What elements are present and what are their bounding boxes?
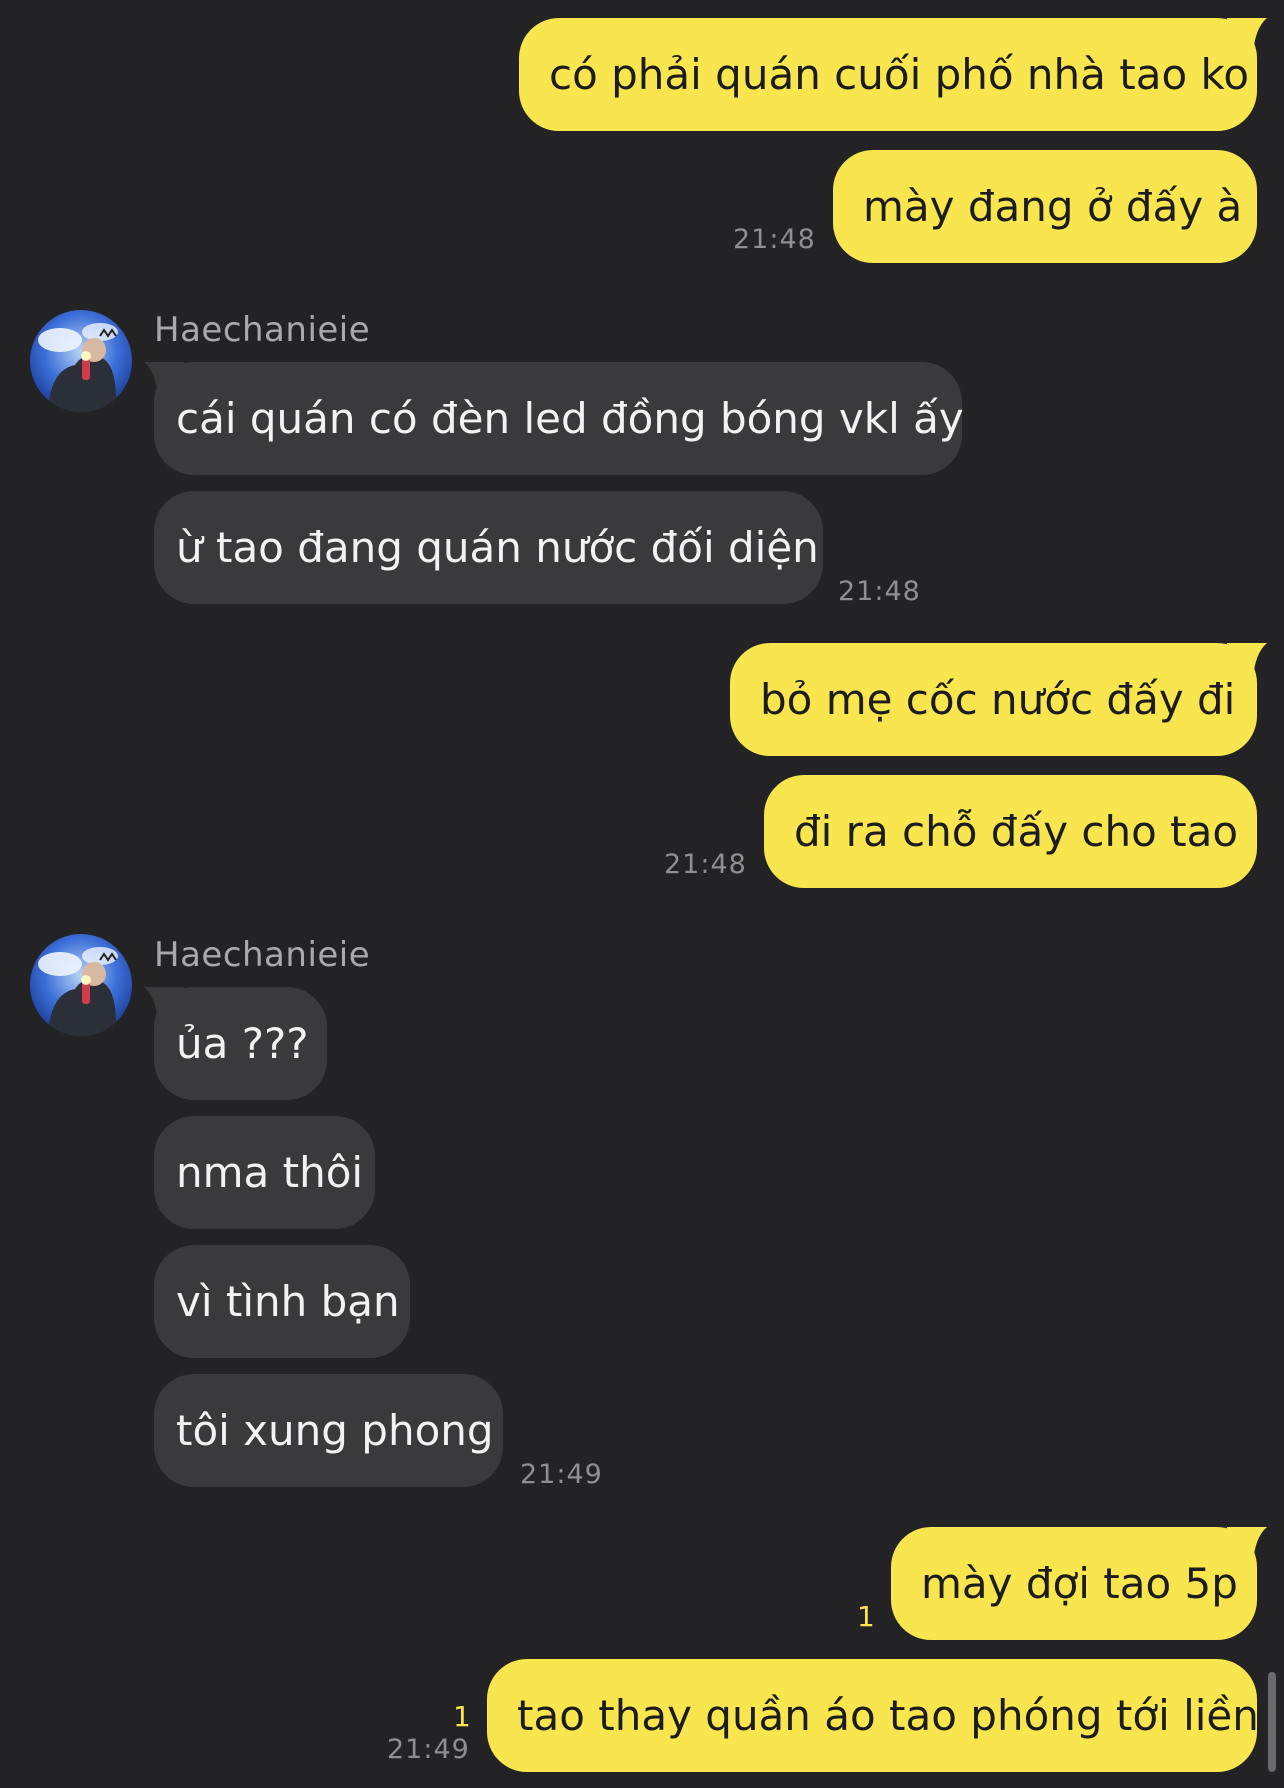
scrollbar-thumb[interactable] — [1268, 1672, 1276, 1772]
profile-photo-avatar-icon — [30, 934, 132, 1036]
message-text: vì tình bạn — [176, 1277, 400, 1326]
bubble-tail-right-icon — [1227, 643, 1267, 679]
profile-photo-avatar-icon — [30, 310, 132, 412]
contact-avatar[interactable] — [30, 934, 132, 1036]
bubble-tail-right-icon — [1227, 1527, 1267, 1563]
incoming-message-bubble[interactable]: ừ tao đang quán nước đối diện — [154, 491, 823, 604]
bubble-tail-right-icon — [1227, 18, 1267, 54]
sender-name: Haechanieie — [154, 310, 371, 350]
outgoing-message-bubble[interactable]: mày đang ở đấy à — [833, 150, 1257, 263]
message-timestamp: 21:48 — [664, 849, 747, 880]
message-timestamp: 21:49 — [520, 1459, 603, 1490]
outgoing-message-bubble[interactable]: có phải quán cuối phố nhà tao ko — [519, 18, 1267, 131]
incoming-message-bubble[interactable]: nma thôi — [154, 1116, 375, 1229]
message-text: nma thôi — [176, 1148, 364, 1197]
outgoing-message-bubble[interactable]: mày đợi tao 5p — [891, 1527, 1267, 1640]
message-text: ủa ??? — [176, 1019, 309, 1068]
incoming-message-bubble[interactable]: vì tình bạn — [154, 1245, 410, 1358]
message-text: mày đang ở đấy à — [863, 182, 1243, 231]
message-text: cái quán có đèn led đồng bóng vkl ấy — [176, 394, 964, 443]
message-text: tôi xung phong — [176, 1406, 494, 1455]
sender-name: Haechanieie — [154, 935, 371, 975]
bubble-tail-left-icon — [144, 987, 184, 1023]
message-timestamp: 21:48 — [838, 576, 921, 607]
message-timestamp: 21:48 — [733, 224, 816, 255]
message-text: ừ tao đang quán nước đối diện — [176, 523, 819, 572]
message-text: có phải quán cuối phố nhà tao ko — [549, 50, 1250, 99]
contact-avatar[interactable] — [30, 310, 132, 412]
incoming-message-bubble[interactable]: cái quán có đèn led đồng bóng vkl ấy — [144, 362, 964, 475]
incoming-message-bubble[interactable]: ủa ??? — [144, 987, 327, 1100]
outgoing-message-bubble[interactable]: đi ra chỗ đấy cho tao — [764, 775, 1257, 888]
unread-count: 1 — [857, 1600, 875, 1633]
message-text: bỏ mẹ cốc nước đấy đi — [760, 675, 1236, 724]
message-timestamp: 21:49 — [387, 1734, 470, 1765]
unread-count: 1 — [453, 1700, 471, 1733]
message-text: mày đợi tao 5p — [921, 1559, 1238, 1608]
bubble-tail-left-icon — [144, 362, 184, 398]
message-text: đi ra chỗ đấy cho tao — [794, 807, 1239, 856]
message-text: tao thay quần áo tao phóng tới liền — [517, 1691, 1259, 1740]
outgoing-message-bubble[interactable]: tao thay quần áo tao phóng tới liền — [487, 1659, 1259, 1772]
incoming-message-bubble[interactable]: tôi xung phong — [154, 1374, 503, 1487]
outgoing-message-bubble[interactable]: bỏ mẹ cốc nước đấy đi — [730, 643, 1267, 756]
